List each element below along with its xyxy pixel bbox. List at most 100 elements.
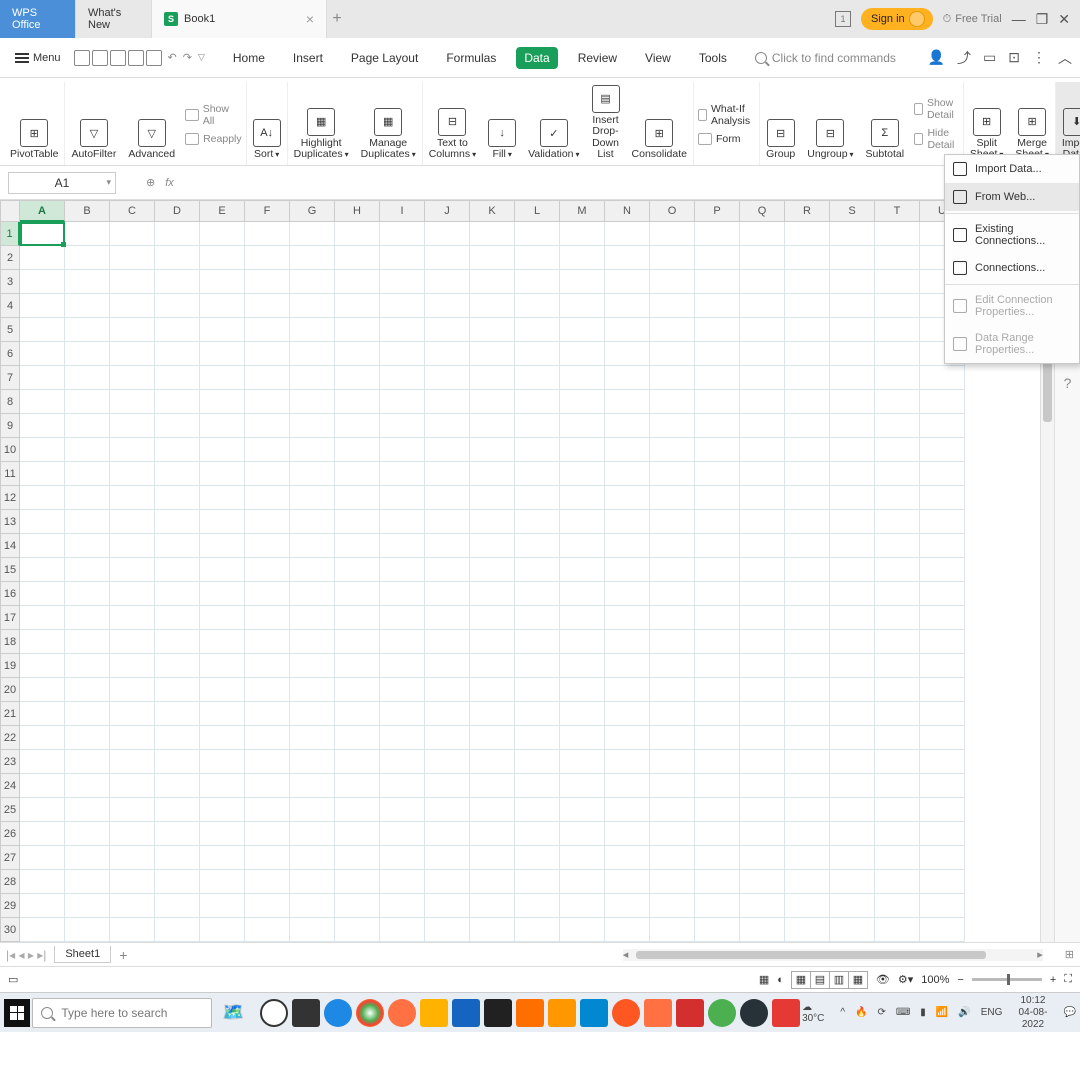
- fill-button[interactable]: ↓Fill: [482, 82, 522, 165]
- cell[interactable]: [830, 270, 875, 294]
- cell[interactable]: [740, 486, 785, 510]
- cell[interactable]: [830, 558, 875, 582]
- cell[interactable]: [110, 342, 155, 366]
- cell[interactable]: [20, 558, 65, 582]
- cell[interactable]: [560, 630, 605, 654]
- row-header[interactable]: 14: [0, 534, 20, 558]
- cell[interactable]: [785, 654, 830, 678]
- cell[interactable]: [875, 846, 920, 870]
- cell[interactable]: [200, 798, 245, 822]
- cell[interactable]: [155, 750, 200, 774]
- cell[interactable]: [290, 438, 335, 462]
- cell[interactable]: [425, 390, 470, 414]
- cell[interactable]: [20, 486, 65, 510]
- cell[interactable]: [335, 798, 380, 822]
- col-header[interactable]: D: [155, 200, 200, 222]
- cell[interactable]: [875, 918, 920, 942]
- settings-gear-icon[interactable]: ⚙▾: [898, 973, 913, 986]
- cell[interactable]: [200, 534, 245, 558]
- tray-flame-icon[interactable]: 🔥: [855, 1007, 867, 1018]
- cell[interactable]: [470, 870, 515, 894]
- cell[interactable]: [20, 582, 65, 606]
- cell[interactable]: [290, 726, 335, 750]
- cell[interactable]: [20, 606, 65, 630]
- row-header[interactable]: 12: [0, 486, 20, 510]
- cell[interactable]: [785, 726, 830, 750]
- cell[interactable]: [875, 558, 920, 582]
- cell[interactable]: [875, 606, 920, 630]
- cell[interactable]: [920, 918, 965, 942]
- cell[interactable]: [20, 678, 65, 702]
- cell[interactable]: [695, 390, 740, 414]
- cell[interactable]: [515, 558, 560, 582]
- cell[interactable]: [650, 294, 695, 318]
- cell[interactable]: [695, 798, 740, 822]
- cell[interactable]: [695, 630, 740, 654]
- ribbon-tab-data[interactable]: Data: [516, 47, 557, 69]
- cell[interactable]: [605, 870, 650, 894]
- cell[interactable]: [290, 486, 335, 510]
- row-header[interactable]: 19: [0, 654, 20, 678]
- cell[interactable]: [245, 318, 290, 342]
- cell[interactable]: [785, 486, 830, 510]
- col-header[interactable]: L: [515, 200, 560, 222]
- cell[interactable]: [110, 846, 155, 870]
- cell[interactable]: [830, 702, 875, 726]
- cell[interactable]: [425, 510, 470, 534]
- col-header[interactable]: I: [380, 200, 425, 222]
- qat-open-icon[interactable]: [74, 50, 90, 66]
- cell[interactable]: [65, 846, 110, 870]
- cell[interactable]: [560, 390, 605, 414]
- cell[interactable]: [335, 702, 380, 726]
- cell[interactable]: [110, 318, 155, 342]
- cell[interactable]: [875, 702, 920, 726]
- row-header[interactable]: 27: [0, 846, 20, 870]
- cell[interactable]: [425, 846, 470, 870]
- cell[interactable]: [200, 654, 245, 678]
- cell[interactable]: [20, 390, 65, 414]
- col-header[interactable]: K: [470, 200, 515, 222]
- cell[interactable]: [740, 750, 785, 774]
- cell[interactable]: [470, 726, 515, 750]
- zoom-in-button[interactable]: +: [1050, 974, 1056, 986]
- cell[interactable]: [605, 510, 650, 534]
- app-vscode-icon[interactable]: [580, 999, 608, 1027]
- cell[interactable]: [380, 270, 425, 294]
- cell[interactable]: [785, 462, 830, 486]
- cell[interactable]: [515, 750, 560, 774]
- cell[interactable]: [515, 414, 560, 438]
- cell[interactable]: [20, 654, 65, 678]
- cell[interactable]: [290, 414, 335, 438]
- cell[interactable]: [200, 582, 245, 606]
- cell[interactable]: [155, 534, 200, 558]
- cell[interactable]: [650, 558, 695, 582]
- cell[interactable]: [515, 390, 560, 414]
- add-sheet-button[interactable]: +: [119, 947, 127, 963]
- cell[interactable]: [200, 270, 245, 294]
- cell[interactable]: [290, 390, 335, 414]
- cell[interactable]: [650, 894, 695, 918]
- col-header[interactable]: F: [245, 200, 290, 222]
- cell[interactable]: [875, 534, 920, 558]
- cell[interactable]: [695, 318, 740, 342]
- cell[interactable]: [515, 246, 560, 270]
- row-header[interactable]: 20: [0, 678, 20, 702]
- cell[interactable]: [155, 702, 200, 726]
- cell[interactable]: [920, 630, 965, 654]
- cell[interactable]: [245, 438, 290, 462]
- dd-connections[interactable]: Connections...: [945, 254, 1079, 282]
- cell[interactable]: [830, 222, 875, 246]
- cell[interactable]: [470, 342, 515, 366]
- cell[interactable]: [740, 558, 785, 582]
- minimize-button[interactable]: —: [1012, 11, 1026, 27]
- row-header[interactable]: 26: [0, 822, 20, 846]
- row-header[interactable]: 9: [0, 414, 20, 438]
- cell[interactable]: [560, 510, 605, 534]
- cell[interactable]: [650, 726, 695, 750]
- cell[interactable]: [110, 534, 155, 558]
- cell[interactable]: [605, 822, 650, 846]
- cell[interactable]: [740, 438, 785, 462]
- cell[interactable]: [560, 750, 605, 774]
- cell[interactable]: [560, 486, 605, 510]
- name-box[interactable]: A1: [8, 172, 116, 194]
